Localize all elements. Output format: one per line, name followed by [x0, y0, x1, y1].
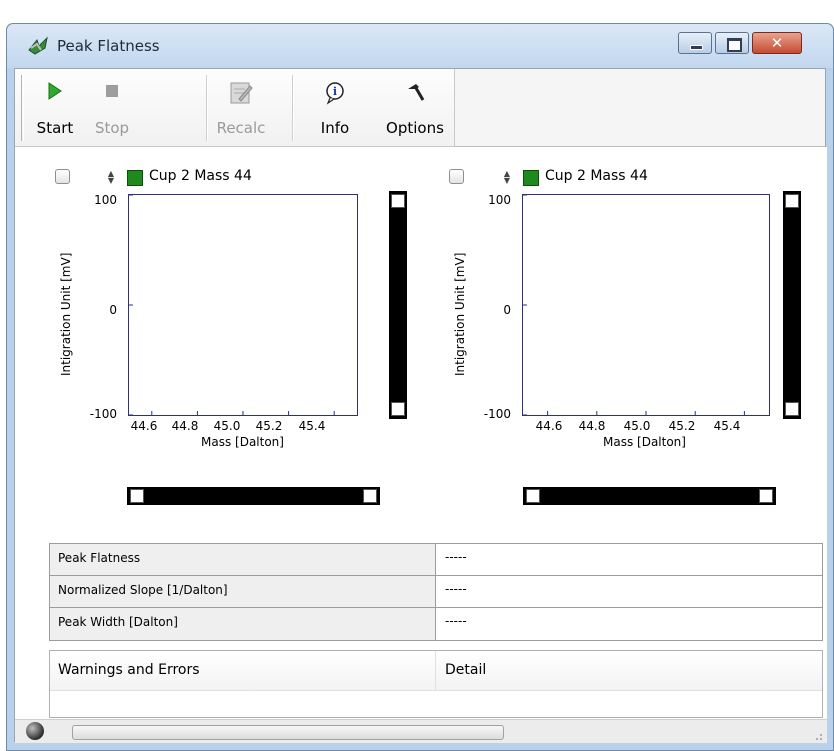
chart-2-channel-label: Cup 2 Mass 44 — [545, 168, 648, 184]
chart-1-ytick: 100 — [94, 193, 117, 207]
stop-icon — [106, 85, 118, 97]
chart-1-xtick: 45.0 — [213, 419, 241, 433]
chart-1-vertical-slider[interactable] — [389, 191, 407, 419]
chart-1-spinner[interactable]: ▲ ▼ — [106, 170, 116, 186]
close-icon: ✕ — [770, 34, 784, 52]
hammer-icon — [408, 84, 425, 101]
recalc-icon — [230, 82, 253, 104]
app-icon — [28, 36, 48, 55]
chart-1-vslider-top-handle[interactable] — [391, 194, 405, 208]
chart-2-xtick: 45.0 — [623, 419, 651, 433]
chart-1-x-axis-label: Mass [Dalton] — [201, 435, 284, 449]
info-icon: i — [326, 82, 344, 105]
chart-1-ytick: 0 — [109, 303, 117, 317]
results-table: Peak Flatness ----- Normalized Slope [1/… — [49, 543, 823, 641]
chart-2-spinner[interactable]: ▲ ▼ — [502, 170, 512, 186]
stop-button[interactable]: Stop — [85, 73, 139, 143]
chart-2-svg — [523, 194, 745, 416]
info-button[interactable]: i Info — [311, 73, 359, 143]
play-icon — [48, 82, 62, 100]
column-header-detail[interactable]: Detail — [437, 651, 822, 691]
maximize-button[interactable] — [715, 32, 749, 54]
recalc-label: Recalc — [216, 119, 266, 137]
chart-2-xtick: 44.8 — [578, 419, 606, 433]
chart-2-checkbox[interactable] — [449, 169, 464, 184]
chart-1-xtick: 44.8 — [171, 419, 199, 433]
client-area: Start Stop Recalc i Info Options ▲ ▼ Cup… — [14, 68, 827, 743]
options-button[interactable]: Options — [379, 73, 451, 143]
chart-2-hslider-right-handle[interactable] — [759, 489, 773, 503]
chart-1-channel-label: Cup 2 Mass 44 — [149, 168, 252, 184]
table-row: Peak Flatness ----- — [50, 544, 822, 576]
result-value: ----- — [445, 614, 467, 628]
window-title: Peak Flatness — [57, 37, 160, 55]
chart-1-horizontal-slider[interactable] — [127, 487, 380, 505]
chart-1-ytick: -100 — [89, 407, 117, 421]
start-button[interactable]: Start — [29, 73, 81, 143]
svg-text:i: i — [333, 85, 337, 98]
chart-2-hslider-left-handle[interactable] — [526, 489, 540, 503]
peak-flatness-window: Peak Flatness ✕ Start Stop Recalc i Info… — [6, 23, 834, 751]
chart-2-y-axis-label: Intigration Unit [mV] — [453, 252, 467, 376]
result-label: Normalized Slope [1/Dalton] — [50, 576, 436, 607]
toolbar-separator — [206, 75, 207, 141]
chart-1-hslider-left-handle[interactable] — [130, 489, 144, 503]
toolbar-grip[interactable] — [21, 75, 24, 141]
resize-grip-icon[interactable] — [811, 729, 823, 741]
result-label: Peak Flatness — [50, 544, 436, 575]
table-row: Normalized Slope [1/Dalton] ----- — [50, 576, 822, 608]
warnings-header: Warnings and Errors Detail — [50, 651, 822, 691]
chart-2-ytick: 0 — [503, 303, 511, 317]
close-button[interactable]: ✕ — [752, 32, 802, 54]
chart-2-x-axis-label: Mass [Dalton] — [603, 435, 686, 449]
chart-1-hslider-right-handle[interactable] — [363, 489, 377, 503]
options-label: Options — [386, 119, 444, 137]
chart-1-xtick: 45.2 — [255, 419, 283, 433]
table-row: Peak Width [Dalton] ----- — [50, 608, 822, 640]
chart-2-xtick: 45.4 — [713, 419, 741, 433]
minimize-button[interactable] — [678, 32, 712, 54]
chart-2-plot-area[interactable] — [522, 194, 770, 416]
chart-1-checkbox[interactable] — [55, 169, 70, 184]
chart-2-vertical-slider[interactable] — [783, 191, 801, 419]
chart-2-xtick: 44.6 — [535, 419, 563, 433]
chart-2-vslider-bottom-handle[interactable] — [785, 402, 799, 416]
toolbar: Start Stop Recalc i Info Options — [15, 69, 455, 147]
stop-label: Stop — [94, 119, 130, 137]
chart-1-y-axis-label: Intigration Unit [mV] — [59, 252, 73, 376]
chart-2-xtick: 45.2 — [668, 419, 696, 433]
info-label: Info — [320, 119, 350, 137]
status-led-icon — [26, 722, 44, 740]
toolbar-separator — [292, 75, 293, 141]
start-label: Start — [36, 119, 74, 137]
result-value: ----- — [445, 582, 467, 596]
title-bar[interactable]: Peak Flatness ✕ — [7, 24, 833, 68]
chart-1-xtick: 45.4 — [298, 419, 326, 433]
status-bar — [15, 719, 827, 743]
chart-1-vslider-bottom-handle[interactable] — [391, 402, 405, 416]
result-value: ----- — [445, 550, 467, 564]
recalc-button[interactable]: Recalc — [211, 73, 271, 143]
progress-bar — [72, 725, 504, 740]
column-header-warnings[interactable]: Warnings and Errors — [50, 651, 436, 691]
warnings-list[interactable]: Warnings and Errors Detail — [49, 650, 823, 718]
chart-2-horizontal-slider[interactable] — [523, 487, 776, 505]
chart-2-ytick: 100 — [488, 193, 511, 207]
chart-1-svg — [129, 194, 335, 416]
chart-1-xtick: 44.6 — [130, 419, 158, 433]
chart-2-ytick: -100 — [483, 407, 511, 421]
result-label: Peak Width [Dalton] — [50, 608, 436, 640]
chart-2-vslider-top-handle[interactable] — [785, 194, 799, 208]
chart-2-color-swatch — [523, 170, 539, 186]
chart-1-plot-area[interactable] — [128, 194, 358, 416]
chart-1-color-swatch — [127, 170, 143, 186]
